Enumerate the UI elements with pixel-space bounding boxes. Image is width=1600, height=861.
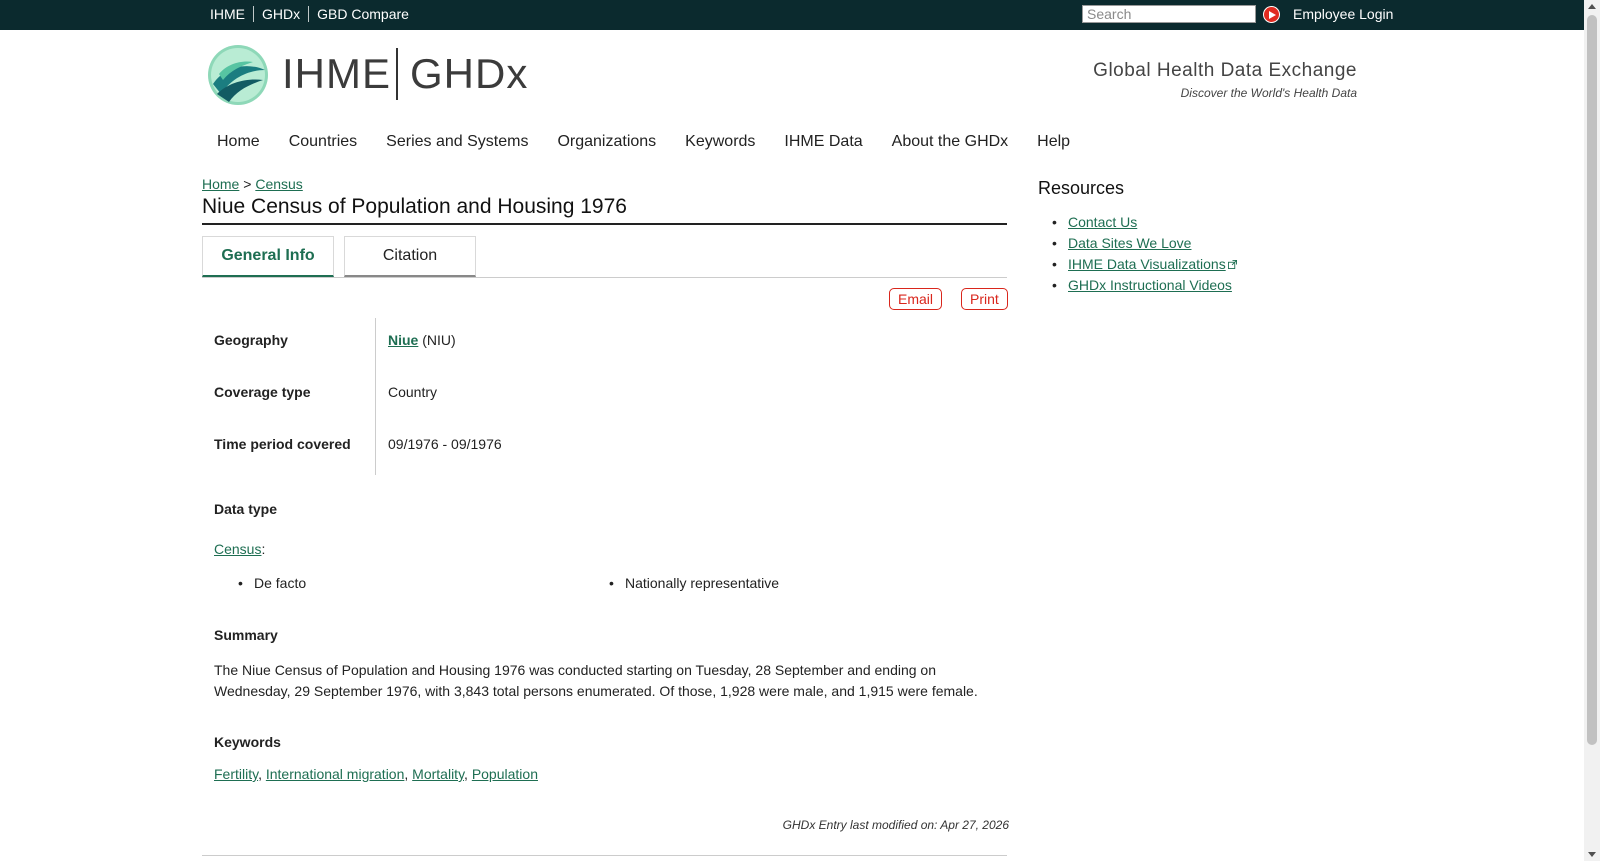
nav-organizations[interactable]: Organizations xyxy=(557,133,656,151)
top-link-ihme[interactable]: IHME xyxy=(204,6,254,22)
resource-instructional-videos-link[interactable]: GHDx Instructional Videos xyxy=(1068,277,1232,293)
keywords-list: Fertility, International migration, Mort… xyxy=(214,766,538,782)
site-tagline: Global Health Data Exchange Discover the… xyxy=(1093,60,1357,100)
top-link-gbd-compare[interactable]: GBD Compare xyxy=(309,6,417,22)
tagline-subtitle: Discover the World's Health Data xyxy=(1180,86,1357,100)
nav-ihme-data[interactable]: IHME Data xyxy=(784,133,862,151)
summary-heading: Summary xyxy=(214,627,278,643)
keyword-separator: , xyxy=(464,766,472,782)
geography-code: (NIU) xyxy=(422,332,456,348)
top-nav: IHME GHDx GBD Compare xyxy=(204,6,417,22)
breadcrumb-census-link[interactable]: Census xyxy=(255,176,302,192)
search-submit-button[interactable] xyxy=(1263,6,1280,23)
data-type-item: Nationally representative xyxy=(609,575,779,591)
play-arrow-icon xyxy=(1264,7,1279,22)
content-bottom-divider xyxy=(202,855,1007,856)
coverage-type-label: Coverage type xyxy=(214,384,311,400)
brand-divider xyxy=(396,48,398,100)
scroll-down-arrow-icon[interactable] xyxy=(1588,852,1596,857)
breadcrumb-home-link[interactable]: Home xyxy=(202,176,239,192)
geography-label: Geography xyxy=(214,332,288,348)
resource-item: Data Sites We Love xyxy=(1052,235,1237,256)
geography-link[interactable]: Niue xyxy=(388,332,418,348)
data-type-census-link[interactable]: Census xyxy=(214,541,261,557)
resources-heading: Resources xyxy=(1038,178,1125,198)
keywords-heading: Keywords xyxy=(214,734,281,750)
email-button[interactable]: Email xyxy=(889,288,943,310)
nav-home[interactable]: Home xyxy=(217,133,260,151)
keyword-population[interactable]: Population xyxy=(472,766,538,782)
info-row-coverage-type: Coverage type Country xyxy=(202,370,1007,422)
nav-help[interactable]: Help xyxy=(1037,133,1070,151)
ihme-logo-icon[interactable] xyxy=(207,44,269,106)
time-period-label: Time period covered xyxy=(214,436,351,452)
general-info-table: Geography Niue (NIU) Coverage type Count… xyxy=(202,318,1007,474)
tab-bar: General Info Citation xyxy=(202,236,1007,278)
main-nav: Home Countries Series and Systems Organi… xyxy=(204,133,1085,151)
tagline-title: Global Health Data Exchange xyxy=(1093,60,1357,81)
breadcrumb: Home > Census xyxy=(202,176,303,192)
info-row-geography: Geography Niue (NIU) xyxy=(202,318,1007,370)
scroll-up-arrow-icon[interactable] xyxy=(1588,4,1596,9)
external-link-icon xyxy=(1227,260,1237,269)
nav-series-and-systems[interactable]: Series and Systems xyxy=(386,133,528,151)
resource-contact-us-link[interactable]: Contact Us xyxy=(1068,214,1137,230)
data-type-colon: : xyxy=(261,541,266,557)
page-scrollbar[interactable] xyxy=(1584,0,1600,861)
page-title: Niue Census of Population and Housing 19… xyxy=(202,195,1007,225)
print-button[interactable]: Print xyxy=(961,288,1008,310)
last-modified-text: GHDx Entry last modified on: Apr 27, 202… xyxy=(782,818,1009,832)
nav-about-the-ghdx[interactable]: About the GHDx xyxy=(892,133,1009,151)
tab-citation[interactable]: Citation xyxy=(344,236,476,277)
data-type-item: De facto xyxy=(238,575,306,591)
data-type-heading: Data type xyxy=(214,501,278,517)
nav-keywords[interactable]: Keywords xyxy=(685,133,755,151)
resource-ihme-visualizations-link[interactable]: IHME Data Visualizations xyxy=(1068,256,1226,272)
geography-value: Niue (NIU) xyxy=(388,332,456,348)
summary-text: The Niue Census of Population and Housin… xyxy=(214,662,978,699)
scrollbar-thumb[interactable] xyxy=(1587,15,1597,745)
resource-item: GHDx Instructional Videos xyxy=(1052,277,1237,298)
info-column-divider xyxy=(375,318,376,475)
resource-item: IHME Data Visualizations xyxy=(1052,256,1237,277)
keyword-separator: , xyxy=(258,766,266,782)
keyword-separator: , xyxy=(404,766,413,782)
data-type-line: Census: xyxy=(214,541,265,557)
resource-item: Contact Us xyxy=(1052,214,1237,235)
time-period-value: 09/1976 - 09/1976 xyxy=(388,436,502,452)
nav-countries[interactable]: Countries xyxy=(289,133,357,151)
keyword-fertility[interactable]: Fertility xyxy=(214,766,258,782)
tab-general-info[interactable]: General Info xyxy=(202,236,334,277)
breadcrumb-separator: > xyxy=(243,176,252,192)
info-row-time-period: Time period covered 09/1976 - 09/1976 xyxy=(202,422,1007,474)
brand-ghdx[interactable]: GHDx xyxy=(410,50,528,98)
brand-ihme[interactable]: IHME xyxy=(282,50,391,98)
top-utility-bar: IHME GHDx GBD Compare Employee Login xyxy=(0,0,1584,30)
employee-login-link[interactable]: Employee Login xyxy=(1293,6,1393,22)
search-input[interactable] xyxy=(1082,5,1256,23)
keyword-mortality[interactable]: Mortality xyxy=(412,766,464,782)
resource-data-sites-link[interactable]: Data Sites We Love xyxy=(1068,235,1191,251)
keyword-international-migration[interactable]: International migration xyxy=(266,766,405,782)
coverage-type-value: Country xyxy=(388,384,438,400)
resources-list: Contact Us Data Sites We Love IHME Data … xyxy=(1052,214,1237,298)
top-link-ghdx[interactable]: GHDx xyxy=(254,6,310,22)
